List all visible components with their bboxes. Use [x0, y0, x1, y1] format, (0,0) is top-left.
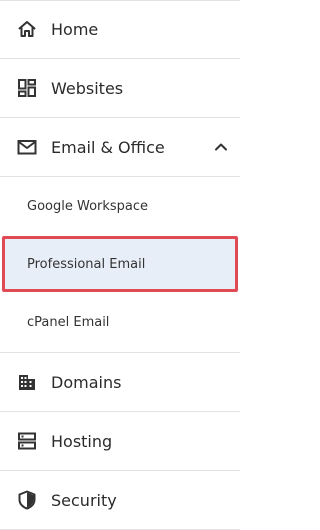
nav-item-home-label: Home [51, 19, 99, 39]
nav-item-domains-label: Domains [51, 372, 122, 392]
nav-item-email-office-label: Email & Office [51, 137, 165, 157]
nav-item-hosting-label: Hosting [51, 431, 113, 451]
subnav-item-google-workspace[interactable]: Google Workspace [0, 178, 240, 235]
nav-item-security-label: Security [51, 490, 117, 510]
home-icon [17, 19, 37, 39]
nav-item-websites-label: Websites [51, 78, 124, 98]
subnav-item-label: Google Workspace [27, 199, 149, 214]
nav-item-domains[interactable]: Domains [0, 353, 240, 411]
websites-icon [17, 78, 37, 98]
highlight-outline [2, 236, 238, 292]
nav-item-security[interactable]: Security [0, 471, 240, 529]
nav-divider [0, 176, 240, 177]
chevron-up-icon[interactable] [214, 140, 228, 154]
nav-item-email-office[interactable]: Email & Office [0, 118, 240, 176]
nav-item-hosting[interactable]: Hosting [0, 412, 240, 470]
domains-icon [17, 372, 37, 392]
nav-item-home[interactable]: Home [0, 0, 240, 58]
subnav-item-cpanel-email[interactable]: cPanel Email [0, 294, 240, 351]
mail-icon [17, 137, 37, 157]
nav-item-websites[interactable]: Websites [0, 59, 240, 117]
shield-icon [17, 490, 37, 510]
hosting-icon [17, 431, 37, 451]
subnav-item-label: cPanel Email [27, 315, 110, 330]
